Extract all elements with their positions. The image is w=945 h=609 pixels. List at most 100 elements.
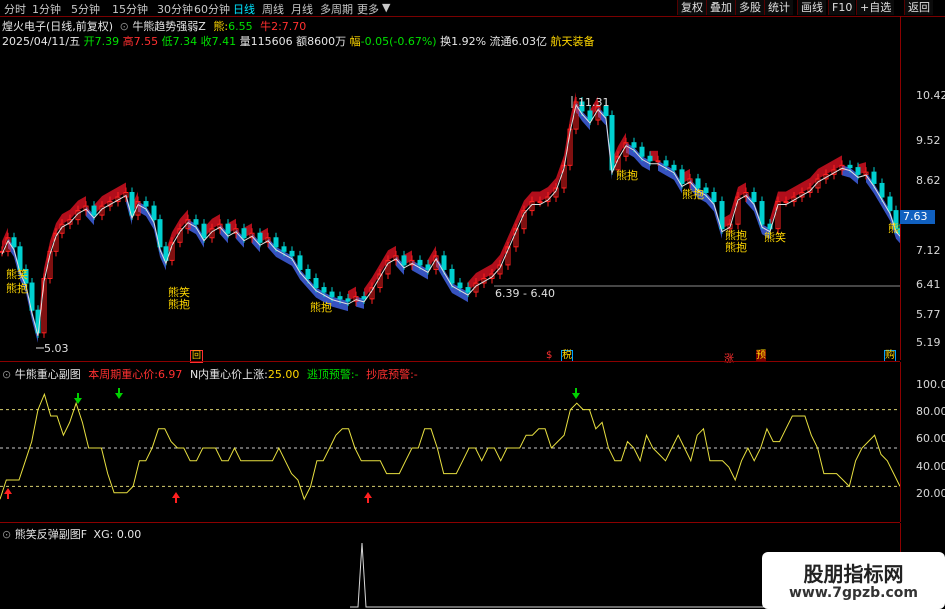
more-dropdown-icon[interactable]: ▼ [382, 1, 390, 14]
tf-1min[interactable]: 1分钟 [32, 1, 61, 17]
trend-band-segment [834, 155, 842, 170]
candle-body [401, 255, 407, 266]
candle-body [457, 282, 463, 289]
tf-weekly[interactable]: 周线 [262, 1, 284, 17]
restore-rights-button[interactable]: 复权 [677, 0, 706, 15]
bull-label: 牛2: [260, 20, 282, 33]
candle-body [417, 259, 423, 266]
candle-body [329, 291, 335, 298]
candle-body [297, 255, 303, 270]
trend-band-segment [818, 164, 826, 179]
candle-body [201, 223, 207, 239]
stock-title[interactable]: 煌火电子(日线,前复权) [2, 20, 113, 33]
candle-body [305, 268, 311, 280]
price-tick: 5.19 [916, 336, 941, 349]
bear-signal-label: 熊笑 [6, 267, 28, 281]
candle-body [655, 160, 661, 163]
trend-band-segment [62, 209, 70, 225]
f10-button[interactable]: F10 [828, 0, 856, 15]
trend-band-segment [500, 236, 508, 265]
overlay-button[interactable]: 叠加 [706, 0, 735, 15]
trend-band-segment [484, 263, 492, 279]
bear-label: 熊: [213, 20, 229, 33]
bear-signal-label: 熊抱 [6, 281, 28, 295]
candle-body [241, 228, 247, 239]
sub1-chart[interactable] [0, 378, 900, 520]
current-price-tag: 7.63 [900, 210, 935, 224]
buy-arrow-icon [364, 492, 372, 503]
candle-body [465, 287, 471, 293]
tf-15min[interactable]: 15分钟 [112, 1, 148, 17]
candle-body [647, 155, 653, 162]
trend-band-segment [50, 223, 56, 252]
candle-body [719, 201, 725, 230]
statistics-button[interactable]: 统计 [764, 0, 793, 15]
price-tick: 7.12 [916, 244, 941, 257]
draw-line-button[interactable]: 画线 [797, 0, 826, 15]
trend-band-segment [738, 182, 746, 198]
tf-60min[interactable]: 60分钟 [194, 1, 230, 17]
candle-body [345, 298, 351, 302]
candle-body [11, 237, 17, 248]
price-tick: 6.41 [916, 278, 941, 291]
main-price-chart[interactable]: 11.315.036.39 - 6.40熊笑熊抱熊笑熊抱熊抱熊抱熊抱熊抱熊抱熊抱… [0, 46, 900, 360]
multi-stock-button[interactable]: 多股 [735, 0, 764, 15]
trend-band-segment [532, 191, 540, 202]
candle-body [879, 182, 885, 198]
candle-body [289, 250, 295, 257]
candle-body [143, 201, 149, 207]
trend-band-segment [388, 245, 396, 261]
bear-signal-label: 熊抱 [310, 300, 332, 314]
add-watchlist-button[interactable]: +自选 [856, 0, 895, 15]
tf-monthly[interactable]: 月线 [291, 1, 313, 17]
price-tick: 8.62 [916, 174, 941, 187]
candle-body [639, 146, 645, 157]
tf-5min[interactable]: 5分钟 [71, 1, 100, 17]
trend-band-segment [802, 177, 810, 193]
trend-band-segment [564, 119, 570, 166]
tf-30min[interactable]: 30分钟 [157, 1, 193, 17]
candle-body [151, 205, 157, 221]
candle-body [273, 237, 279, 248]
indicator-gear-icon[interactable]: ⊙ [120, 20, 129, 33]
candle-body [871, 171, 877, 184]
sell-arrow-icon [115, 388, 123, 399]
candle-body [361, 296, 367, 300]
bear-signal-label: 熊抱 [888, 221, 900, 235]
price-axis: 10.42 9.52 8.62 7.12 6.41 5.77 5.19 [900, 16, 945, 360]
event-tag[interactable]: 涨 [724, 350, 734, 365]
candle-body [759, 201, 765, 225]
trend-band-segment [778, 191, 786, 202]
back-button[interactable]: 返回 [904, 0, 933, 15]
sub1-tick: 100.0 [916, 378, 945, 391]
candle-body [321, 287, 327, 293]
bear-signal-label: 熊抱 [616, 168, 638, 182]
candle-body [695, 178, 701, 189]
candle-body [751, 191, 757, 203]
buy-arrow-icon [172, 492, 180, 503]
candle-body [281, 246, 287, 252]
trend-band-segment [110, 187, 118, 202]
tf-multi[interactable]: 多周期 [320, 1, 353, 17]
watermark-title: 股朋指标网 [803, 562, 904, 586]
tf-more[interactable]: 更多 [357, 1, 379, 17]
site-watermark: 股朋指标网 www.7gpzb.com [762, 552, 945, 609]
low-price-label: 5.03 [44, 342, 69, 355]
candle-body [337, 296, 343, 300]
trend-band-segment [508, 218, 516, 247]
tf-daily[interactable]: 日线 [233, 1, 255, 17]
watermark-url: www.7gpzb.com [788, 585, 918, 601]
candle-body [257, 232, 263, 243]
bull-value: 7.70 [281, 20, 307, 33]
candle-body [887, 196, 893, 212]
sub1-tick: 20.00 [916, 487, 945, 500]
event-tag[interactable]: 预 [756, 350, 766, 361]
candle-body [91, 205, 97, 216]
trend-band-segment [786, 187, 794, 202]
candle-body [711, 191, 717, 203]
moving-average-line [1, 103, 900, 336]
event-tag[interactable]: $ [546, 350, 552, 361]
tf-intraday[interactable]: 分时 [4, 1, 26, 17]
candle-body [847, 164, 853, 169]
sell-arrow-icon [572, 388, 580, 399]
